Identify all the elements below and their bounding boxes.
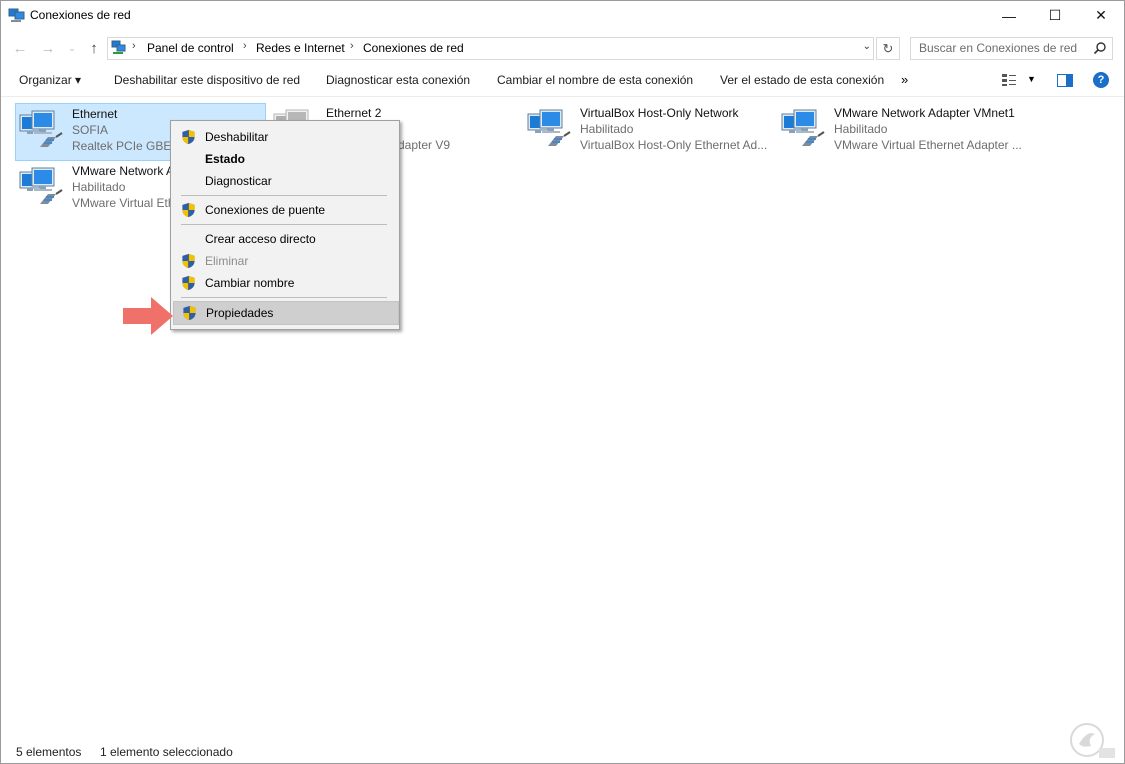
- connection-status: Habilitado: [834, 122, 888, 136]
- network-adapter-icon: [526, 106, 574, 154]
- search-placeholder: Buscar en Conexiones de red: [919, 41, 1078, 55]
- refresh-icon[interactable]: ↻: [876, 37, 900, 60]
- menu-item-conexiones-de-puente[interactable]: Conexiones de puente: [173, 199, 397, 221]
- view-options-dropdown-icon[interactable]: ▼: [1027, 74, 1036, 84]
- menu-item-label: Estado: [205, 152, 246, 166]
- menu-item-cambiar-nombre[interactable]: Cambiar nombre: [173, 272, 397, 294]
- control-panel-icon: [111, 40, 126, 54]
- connection-device: VMware Virtual Eth: [72, 196, 175, 210]
- window-title: Conexiones de red: [30, 8, 131, 22]
- connection-item-virtualbox[interactable]: VirtualBox Host-Only Network Habilitado …: [524, 103, 774, 159]
- menu-separator: [181, 224, 387, 225]
- back-arrow-icon[interactable]: ←: [10, 38, 30, 58]
- recent-locations-chevron-icon[interactable]: ⌄: [62, 38, 82, 58]
- minimize-button[interactable]: —: [986, 0, 1032, 31]
- forward-arrow-icon[interactable]: →: [38, 38, 58, 58]
- menu-item-label: Diagnosticar: [205, 174, 272, 188]
- status-item-count: 5 elementos: [16, 745, 82, 759]
- toolbar-divider: [0, 96, 1125, 97]
- breadcrumb-panel-de-control[interactable]: Panel de control: [147, 41, 234, 55]
- up-arrow-icon[interactable]: ↑: [84, 38, 104, 58]
- menu-item-propiedades[interactable]: Propiedades: [173, 301, 399, 325]
- menu-item-deshabilitar[interactable]: Deshabilitar: [173, 126, 397, 148]
- uac-shield-icon: [181, 253, 196, 269]
- rename-connection-button[interactable]: Cambiar el nombre de esta conexión: [497, 73, 693, 87]
- context-menu: Deshabilitar Estado Diagnosticar Conexio…: [170, 120, 400, 330]
- pointer-arrow-icon: [123, 297, 173, 335]
- breadcrumb-separator-icon: ›: [132, 40, 136, 52]
- uac-shield-icon: [182, 305, 197, 321]
- preview-pane-icon[interactable]: [1057, 74, 1073, 87]
- connection-status: Habilitado: [580, 122, 634, 136]
- address-bar[interactable]: › Panel de control › Redes e Internet › …: [107, 37, 874, 60]
- menu-item-label: Deshabilitar: [205, 130, 269, 144]
- network-connections-icon: [8, 8, 25, 22]
- connection-name: Ethernet: [72, 107, 118, 121]
- address-dropdown-icon[interactable]: ⌄: [863, 41, 871, 52]
- help-icon[interactable]: ?: [1093, 72, 1109, 88]
- close-button[interactable]: ✕: [1078, 0, 1124, 31]
- menu-item-label: Eliminar: [205, 254, 249, 268]
- maximize-button[interactable]: ☐: [1032, 0, 1078, 31]
- connection-status: Habilitado: [72, 180, 126, 194]
- menu-item-eliminar: Eliminar: [173, 250, 397, 272]
- menu-item-diagnosticar[interactable]: Diagnosticar: [173, 170, 397, 192]
- change-view-icon[interactable]: [1001, 73, 1017, 87]
- menu-item-label: Cambiar nombre: [205, 276, 295, 290]
- menu-item-label: Crear acceso directo: [205, 232, 316, 246]
- connection-item-vmware-network[interactable]: VMware Network A Habilitado VMware Virtu…: [16, 161, 176, 217]
- network-adapter-icon: [18, 107, 66, 155]
- network-adapter-icon: [18, 164, 66, 212]
- menu-item-label: Propiedades: [206, 306, 274, 320]
- search-icon: [1093, 42, 1106, 55]
- connection-device: VirtualBox Host-Only Ethernet Ad...: [580, 138, 768, 152]
- connection-item-vmnet1[interactable]: VMware Network Adapter VMnet1 Habilitado…: [778, 103, 1038, 159]
- breadcrumb-redes-e-internet[interactable]: Redes e Internet: [256, 41, 345, 55]
- breadcrumb-separator-icon: ›: [243, 40, 247, 52]
- breadcrumb-conexiones-de-red[interactable]: Conexiones de red: [363, 41, 464, 55]
- menu-separator: [181, 195, 387, 196]
- status-selected-count: 1 elemento seleccionado: [100, 745, 233, 759]
- connection-status: SOFIA: [72, 123, 109, 137]
- menu-item-estado[interactable]: Estado: [173, 148, 397, 170]
- menu-item-label: Conexiones de puente: [205, 203, 326, 217]
- menu-item-crear-acceso-directo[interactable]: Crear acceso directo: [173, 228, 397, 250]
- connection-name: Ethernet 2: [326, 106, 382, 120]
- connection-name: VirtualBox Host-Only Network: [580, 106, 739, 120]
- organize-menu-button[interactable]: Organizar ▾: [19, 73, 81, 87]
- watermark-logo-icon: [1070, 723, 1115, 758]
- search-input[interactable]: Buscar en Conexiones de red: [910, 37, 1113, 60]
- diagnose-connection-button[interactable]: Diagnosticar esta conexión: [326, 73, 470, 87]
- uac-shield-icon: [181, 129, 196, 145]
- connection-device: dapter V9: [398, 138, 451, 152]
- menu-separator: [181, 297, 387, 298]
- view-status-button[interactable]: Ver el estado de esta conexión: [720, 73, 884, 87]
- connection-device: VMware Virtual Ethernet Adapter ...: [834, 138, 1022, 152]
- title-bar: Conexiones de red — ☐ ✕: [0, 0, 1125, 31]
- connection-name: VMware Network A: [72, 164, 175, 178]
- breadcrumb-separator-icon: ›: [350, 40, 354, 52]
- connection-name: VMware Network Adapter VMnet1: [834, 106, 1015, 120]
- connection-device: Realtek PCIe GBE F: [72, 139, 182, 153]
- disable-device-button[interactable]: Deshabilitar este dispositivo de red: [114, 73, 300, 87]
- uac-shield-icon: [181, 275, 196, 291]
- uac-shield-icon: [181, 202, 196, 218]
- more-commands-chevron-icon[interactable]: »: [901, 72, 908, 87]
- network-adapter-icon: [780, 106, 828, 154]
